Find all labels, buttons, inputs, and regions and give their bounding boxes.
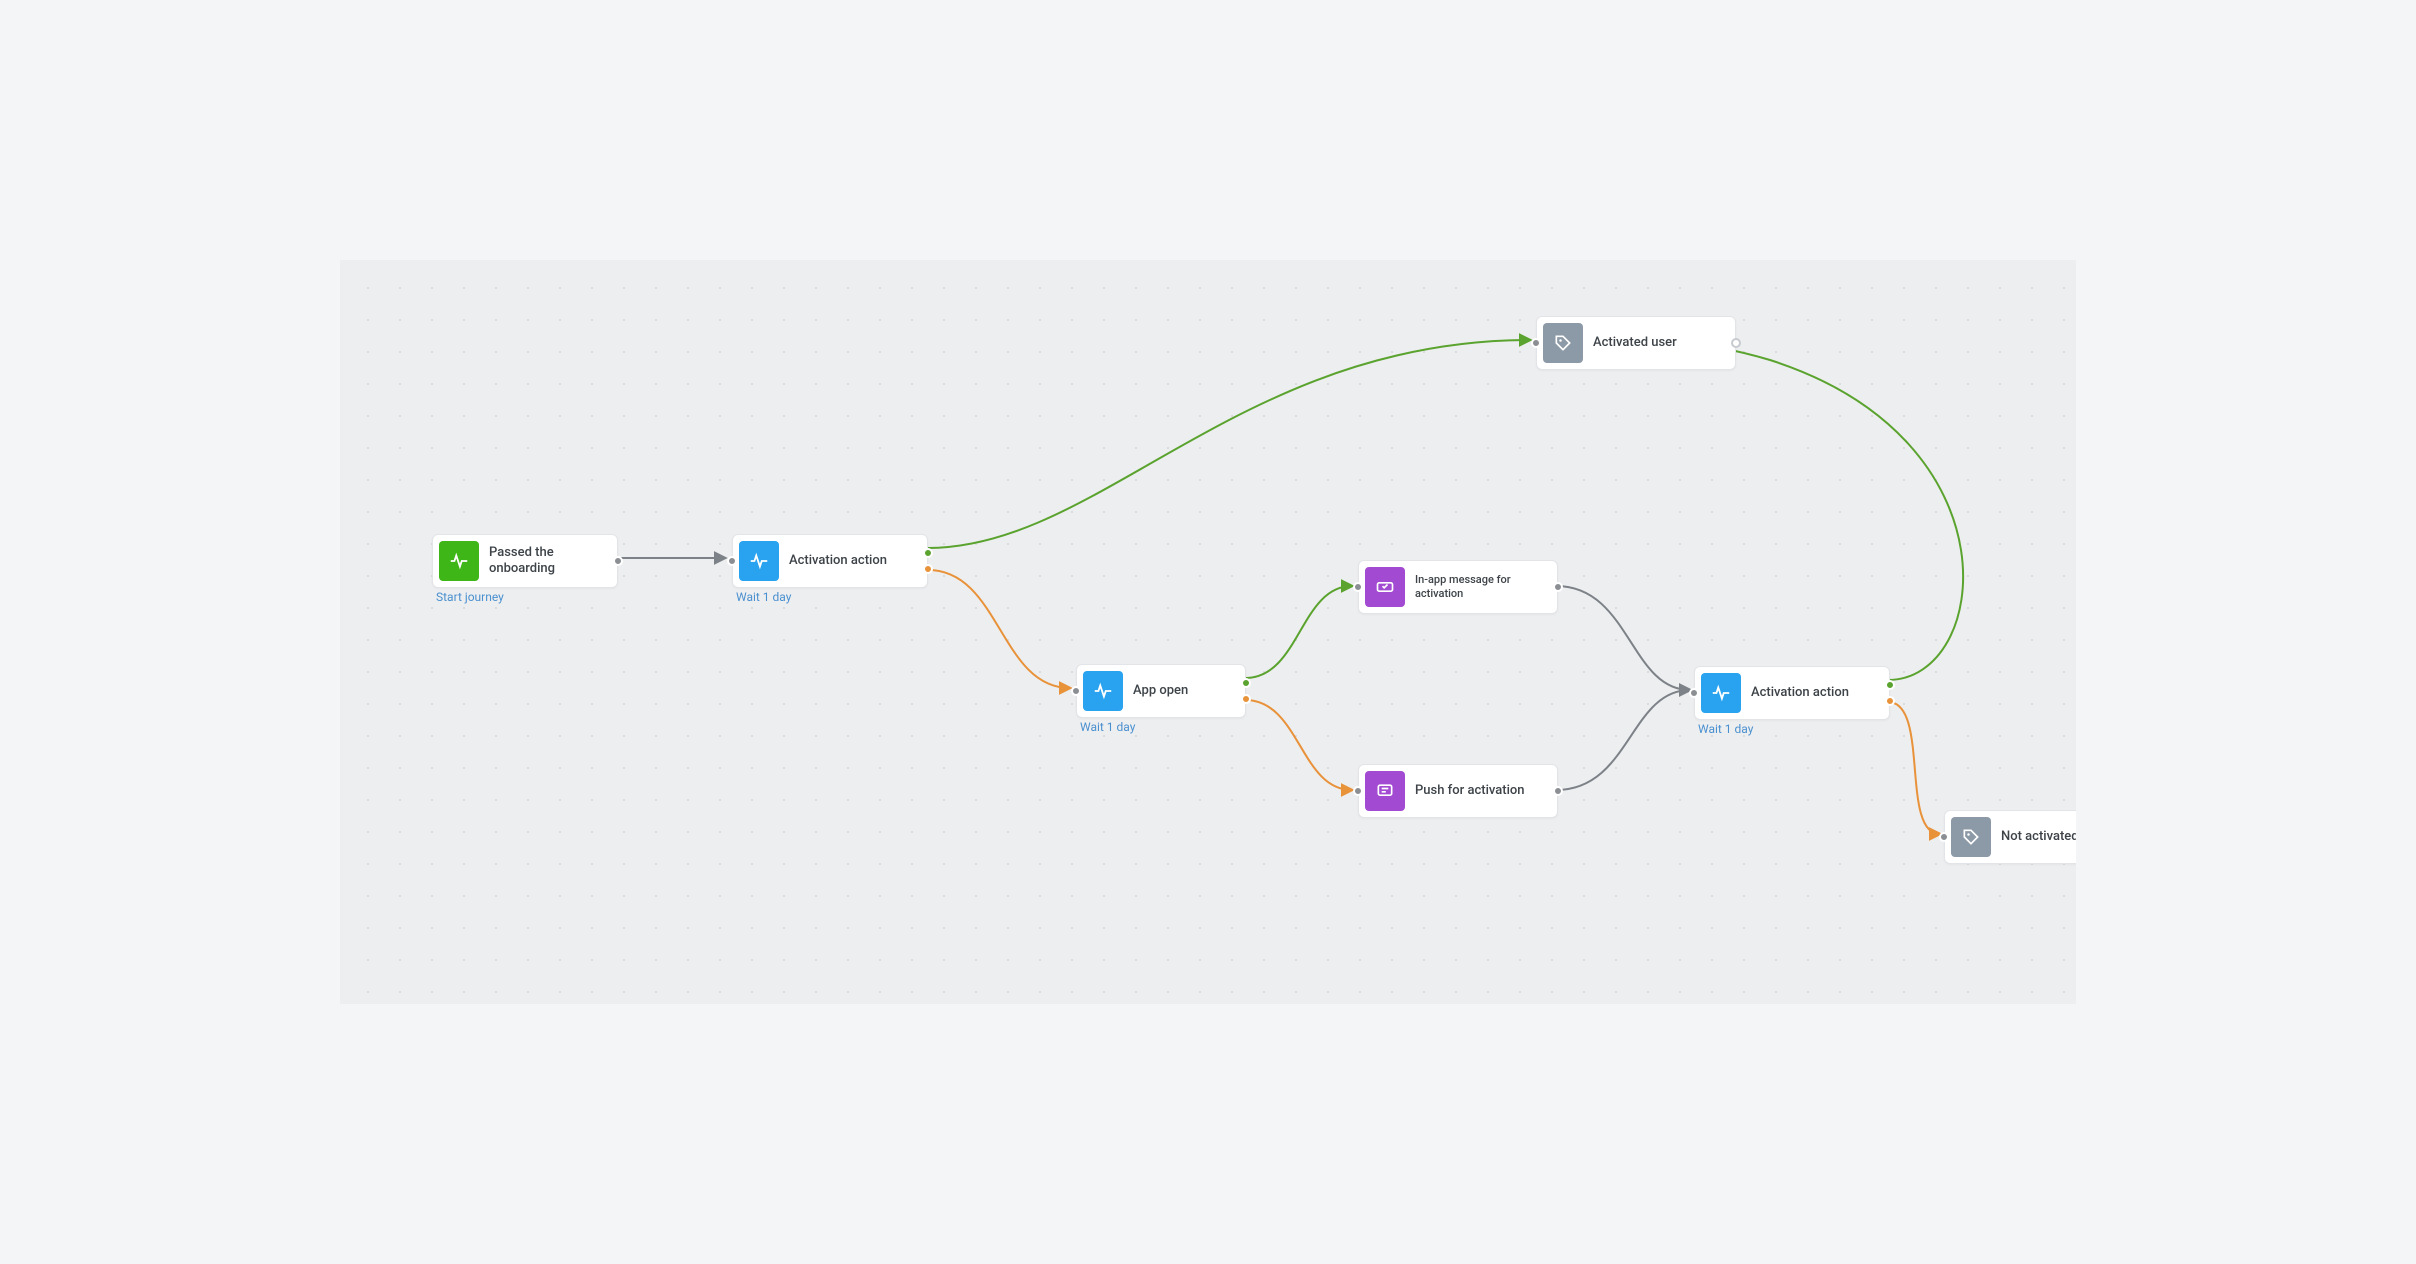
- message-icon: [1365, 771, 1405, 811]
- pulse-icon: [739, 541, 779, 581]
- node-caption: Wait 1 day: [1080, 720, 1135, 734]
- edges-layer: [340, 260, 2076, 1004]
- node-caption: Wait 1 day: [736, 590, 791, 604]
- node-label: Activated user: [1593, 335, 1677, 351]
- node-caption: Start journey: [436, 590, 504, 604]
- output-port[interactable]: [1553, 582, 1563, 592]
- input-port[interactable]: [1939, 832, 1949, 842]
- node-activation-2[interactable]: Activation action: [1694, 666, 1890, 720]
- node-label: Activation action: [1751, 685, 1849, 701]
- output-port-false[interactable]: [923, 564, 933, 574]
- node-app-open[interactable]: App open: [1076, 664, 1246, 718]
- node-label: Activation action: [789, 553, 887, 569]
- tag-icon: [1543, 323, 1583, 363]
- output-port[interactable]: [1553, 786, 1563, 796]
- node-activated[interactable]: Activated user: [1536, 316, 1736, 370]
- input-port[interactable]: [727, 556, 737, 566]
- node-label: Not activated: [2001, 829, 2076, 845]
- node-not-activated[interactable]: Not activated: [1944, 810, 2076, 864]
- node-caption: Wait 1 day: [1698, 722, 1753, 736]
- input-port[interactable]: [1071, 686, 1081, 696]
- output-port-true[interactable]: [1241, 678, 1251, 688]
- node-inapp-message[interactable]: In-app message for activation: [1358, 560, 1558, 614]
- output-port-false[interactable]: [1885, 696, 1895, 706]
- pulse-icon: [1083, 671, 1123, 711]
- node-start[interactable]: Passed the onboarding: [432, 534, 618, 588]
- input-port[interactable]: [1531, 338, 1541, 348]
- node-activation-1[interactable]: Activation action: [732, 534, 928, 588]
- flow-canvas[interactable]: Passed the onboarding Start journey Acti…: [340, 260, 2076, 1004]
- output-port[interactable]: [613, 556, 623, 566]
- node-label: Passed the onboarding: [489, 545, 609, 578]
- output-port-true[interactable]: [923, 548, 933, 558]
- output-port-true[interactable]: [1885, 680, 1895, 690]
- node-label: App open: [1133, 683, 1188, 699]
- pulse-icon: [439, 541, 479, 581]
- output-port-unused[interactable]: [1731, 338, 1741, 348]
- input-port[interactable]: [1353, 582, 1363, 592]
- page-outer: Passed the onboarding Start journey Acti…: [0, 0, 2416, 1264]
- input-port[interactable]: [1689, 688, 1699, 698]
- input-port[interactable]: [1353, 786, 1363, 796]
- tag-icon: [1951, 817, 1991, 857]
- node-label: Push for activation: [1415, 783, 1525, 799]
- node-push[interactable]: Push for activation: [1358, 764, 1558, 818]
- pulse-icon: [1701, 673, 1741, 713]
- output-port-false[interactable]: [1241, 694, 1251, 704]
- node-label: In-app message for activation: [1415, 573, 1535, 601]
- ticket-icon: [1365, 567, 1405, 607]
